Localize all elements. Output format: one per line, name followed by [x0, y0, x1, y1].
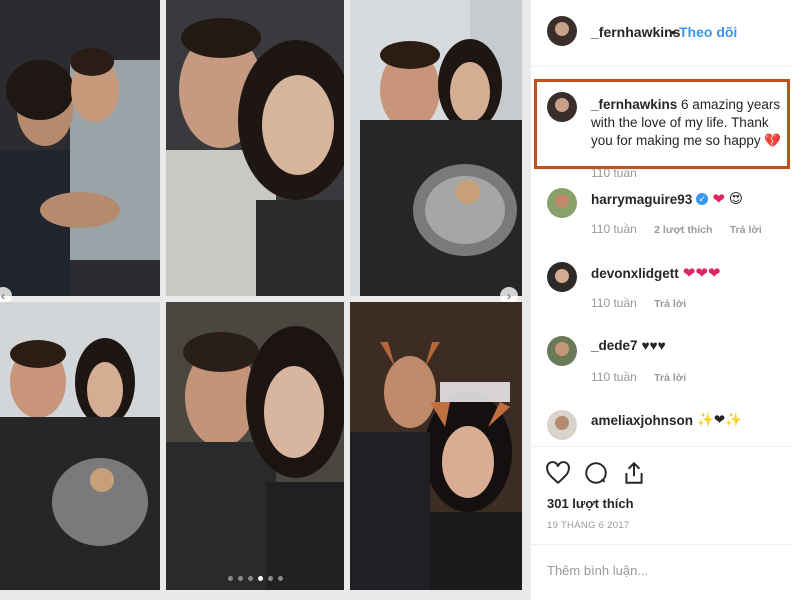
photo-couple-bar[interactable] — [0, 0, 160, 296]
photo-couple-selfie-2[interactable] — [166, 302, 344, 590]
comment-username[interactable]: ameliaxjohnson — [591, 413, 693, 428]
carousel-dot[interactable] — [228, 576, 233, 581]
carousel-dot[interactable] — [278, 576, 283, 581]
share-icon[interactable] — [621, 460, 647, 486]
carousel-dot-active[interactable] — [258, 576, 263, 581]
carousel-dot[interactable] — [268, 576, 273, 581]
comment-meta: 110 tuần Trả lời — [591, 296, 686, 310]
comment-avatar[interactable] — [547, 410, 577, 440]
add-comment-input[interactable]: Thêm bình luận... — [547, 563, 648, 578]
reply-button[interactable]: Trả lời — [654, 298, 686, 310]
comment-avatar[interactable] — [547, 336, 577, 366]
comment-likes[interactable]: 2 lượt thích — [654, 224, 712, 236]
separator-bullet: • — [671, 24, 676, 40]
heart-icon: ❤ — [712, 191, 725, 208]
comment-username[interactable]: harrymaguire93 — [591, 192, 692, 207]
author-avatar[interactable] — [547, 16, 577, 46]
action-bar — [545, 460, 647, 486]
actions-divider — [531, 446, 792, 447]
verified-badge-icon: ✓ — [696, 193, 709, 205]
star-eyes-icon: 😍 — [728, 191, 743, 206]
comment-avatar[interactable] — [547, 262, 577, 292]
comment-age[interactable]: 110 tuần — [591, 296, 637, 310]
carousel-dot[interactable] — [238, 576, 243, 581]
reply-button[interactable]: Trả lời — [654, 372, 686, 384]
caption-avatar[interactable] — [547, 92, 577, 122]
photo-couple-antlers[interactable] — [350, 302, 522, 590]
carousel-dot[interactable] — [248, 576, 253, 581]
comment-age[interactable]: 110 tuần — [591, 370, 637, 384]
reply-button[interactable]: Trả lời — [730, 224, 762, 236]
comment-meta: 110 tuần 2 lượt thích Trả lời — [591, 222, 762, 236]
comment-username[interactable]: _dede7 — [591, 338, 638, 353]
caption-age[interactable]: 110 tuần — [591, 166, 637, 180]
hearts-icon: ❤❤❤ — [682, 265, 721, 282]
header-divider — [531, 66, 792, 67]
comment-avatar[interactable] — [547, 188, 577, 218]
comment-line: devonxlidgett ❤❤❤ — [591, 264, 720, 282]
post-sidebar: _fernhawkins • Theo dõi _fernhawkins 6 a… — [530, 0, 792, 600]
comment-line: ameliaxjohnson ✨❤✨ — [591, 412, 742, 428]
carousel-indicator — [228, 576, 283, 581]
broken-heart-icon: 💔 — [764, 133, 782, 148]
heart-outline-icon[interactable] — [545, 460, 571, 486]
post-date: 19 THÁNG 6 2017 — [547, 520, 630, 531]
author-username[interactable]: _fernhawkins — [591, 24, 680, 40]
likes-count[interactable]: 301 lượt thích — [547, 496, 634, 511]
comment-line: harrymaguire93 ✓ ❤ 😍 — [591, 190, 743, 208]
comment-age[interactable]: 110 tuần — [591, 222, 637, 236]
photo-couple-puppy-2[interactable] — [0, 302, 160, 590]
caption-username[interactable]: _fernhawkins — [591, 97, 677, 112]
comment-divider — [531, 544, 792, 545]
photo-collage: ‹ › — [0, 0, 530, 600]
sparkle-heart-icon: ✨❤✨ — [697, 412, 742, 427]
hearts-icon: ♥♥♥ — [641, 338, 666, 353]
photo-couple-selfie-1[interactable] — [166, 0, 344, 296]
follow-button[interactable]: Theo dõi — [679, 24, 737, 40]
comment-meta: 110 tuần Trả lời — [591, 370, 686, 384]
comment-bubble-icon[interactable] — [583, 460, 609, 486]
comment-line: _dede7 ♥♥♥ — [591, 338, 666, 353]
comment-username[interactable]: devonxlidgett — [591, 266, 679, 281]
photo-couple-puppy-1[interactable] — [350, 0, 522, 296]
caption-text: _fernhawkins 6 amazing years with the lo… — [591, 96, 787, 150]
